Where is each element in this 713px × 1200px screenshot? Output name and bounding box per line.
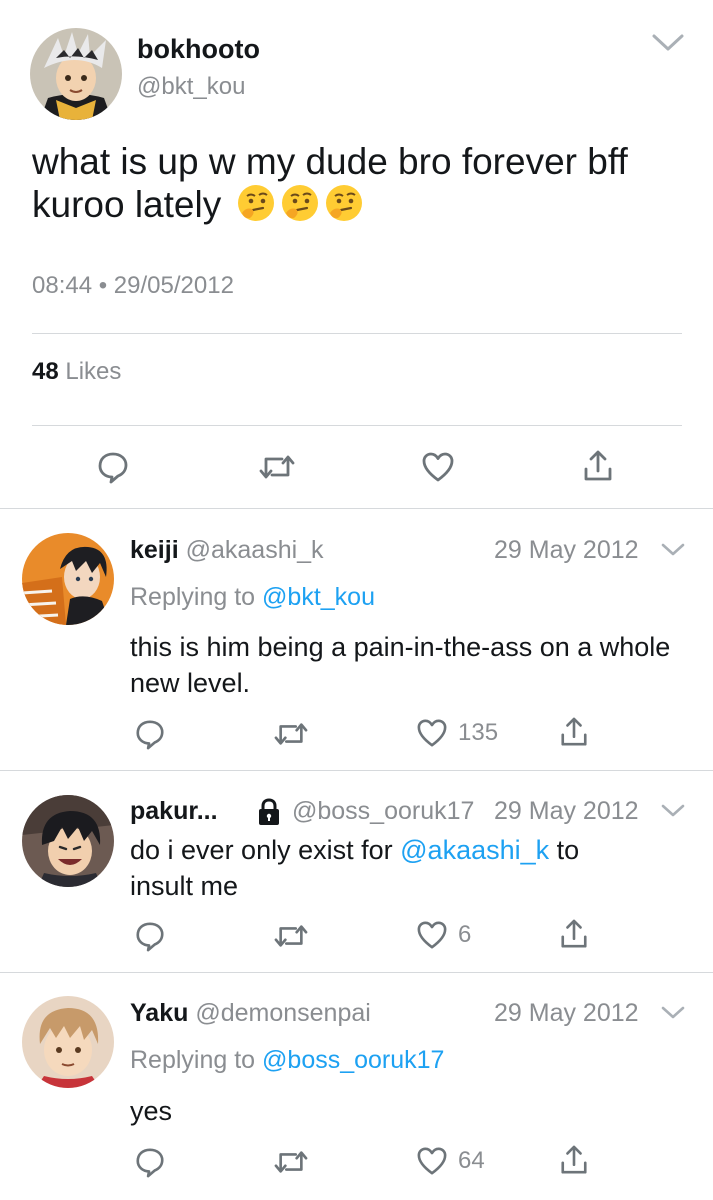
thinking-face-icon xyxy=(324,183,364,232)
reply-text: this is him being a pain-in-the-ass on a… xyxy=(130,632,671,698)
like-button[interactable]: 6 xyxy=(416,920,471,950)
author-handle[interactable]: @bkt_kou xyxy=(137,73,245,101)
heart-icon xyxy=(417,719,447,747)
like-count: 6 xyxy=(458,921,472,948)
thinking-face-icon xyxy=(280,183,320,232)
chevron-down-icon[interactable] xyxy=(660,1004,686,1022)
retweet-button[interactable] xyxy=(273,1146,309,1178)
heart-icon xyxy=(422,452,454,482)
divider xyxy=(0,508,713,509)
chevron-down-icon[interactable] xyxy=(660,802,686,820)
lock-icon xyxy=(259,798,279,825)
tweet-text: what is up w my dude bro forever bff kur… xyxy=(32,140,692,232)
divider xyxy=(0,770,713,771)
share-button[interactable] xyxy=(559,716,589,748)
reply-display-name[interactable]: pakur... xyxy=(130,797,218,825)
reply-author[interactable]: keiji @akaashi_k xyxy=(130,536,324,565)
replying-to-mention[interactable]: @boss_ooruk17 xyxy=(262,1046,444,1074)
reply-date[interactable]: 29 May 2012 xyxy=(494,999,639,1028)
avatar-bokhooto[interactable] xyxy=(30,28,122,120)
like-button[interactable]: 64 xyxy=(416,1146,485,1176)
reply-button[interactable] xyxy=(96,450,130,484)
share-button[interactable] xyxy=(559,1144,589,1176)
replying-to-mention[interactable]: @bkt_kou xyxy=(262,583,375,611)
retweet-icon xyxy=(274,723,308,745)
thinking-face-icon xyxy=(236,183,276,232)
avatar-keiji[interactable] xyxy=(22,533,114,625)
divider xyxy=(0,972,713,973)
speech-bubble-icon xyxy=(136,922,164,952)
chevron-down-icon[interactable] xyxy=(651,32,685,54)
avatar-pakur[interactable] xyxy=(22,795,114,887)
like-count: 135 xyxy=(458,719,499,746)
share-icon xyxy=(584,450,612,481)
reply-text-part: do i ever only exist for xyxy=(130,835,393,865)
reply-text-part: insult me xyxy=(130,871,239,901)
reply-display-name[interactable]: keiji xyxy=(130,536,179,564)
like-button[interactable]: 135 xyxy=(416,718,498,748)
retweet-button[interactable] xyxy=(273,920,309,952)
reply-text-part: to xyxy=(556,835,580,865)
avatar-yaku[interactable] xyxy=(22,996,114,1088)
share-icon xyxy=(561,717,587,746)
retweet-button[interactable] xyxy=(273,718,309,750)
reply-display-name[interactable]: Yaku xyxy=(130,999,188,1027)
retweet-button[interactable] xyxy=(258,450,296,484)
replying-to-label: Replying to xyxy=(130,1046,256,1074)
like-count: 64 xyxy=(458,1147,485,1174)
share-icon xyxy=(561,919,587,948)
speech-bubble-icon xyxy=(98,452,128,484)
speech-bubble-icon xyxy=(136,720,164,750)
share-button[interactable] xyxy=(582,449,614,483)
author-display-name[interactable]: bokhooto xyxy=(137,34,260,65)
heart-icon xyxy=(417,921,447,949)
like-button[interactable] xyxy=(421,451,455,483)
reply-handle[interactable]: @akaashi_k xyxy=(186,536,324,564)
likes-summary[interactable]: 48 Likes xyxy=(32,358,121,386)
reply-author[interactable]: Yaku @demonsenpai xyxy=(130,999,371,1028)
retweet-icon xyxy=(274,1151,308,1173)
share-icon xyxy=(561,1145,587,1174)
divider xyxy=(32,425,682,426)
replying-to-label: Replying to xyxy=(130,583,256,611)
speech-bubble-icon xyxy=(136,1148,164,1178)
reply-button[interactable] xyxy=(134,920,166,952)
reply-button[interactable] xyxy=(134,718,166,750)
divider xyxy=(32,333,682,334)
retweet-icon xyxy=(259,455,295,479)
reply-date[interactable]: 29 May 2012 xyxy=(494,797,639,826)
reply-date[interactable]: 29 May 2012 xyxy=(494,536,639,565)
heart-icon xyxy=(417,1147,447,1175)
reply-handle[interactable]: @demonsenpai xyxy=(195,999,371,1027)
likes-label: Likes xyxy=(65,358,122,385)
share-button[interactable] xyxy=(559,918,589,950)
reply-text: yes xyxy=(130,1096,173,1126)
reply-author[interactable]: pakur... xyxy=(130,797,218,826)
reply-text: do i ever only exist for @akaashi_k to i… xyxy=(130,832,690,904)
replying-to: Replying to @boss_ooruk17 xyxy=(130,1046,444,1075)
replying-to: Replying to @bkt_kou xyxy=(130,583,375,612)
reply-handle[interactable]: @boss_ooruk17 xyxy=(292,797,474,826)
mention-link[interactable]: @akaashi_k xyxy=(400,835,549,865)
likes-count: 48 xyxy=(32,358,59,385)
reply-button[interactable] xyxy=(134,1146,166,1178)
chevron-down-icon[interactable] xyxy=(660,541,686,559)
tweet-timestamp[interactable]: 08:44 • 29/05/2012 xyxy=(32,272,234,300)
retweet-icon xyxy=(274,925,308,947)
